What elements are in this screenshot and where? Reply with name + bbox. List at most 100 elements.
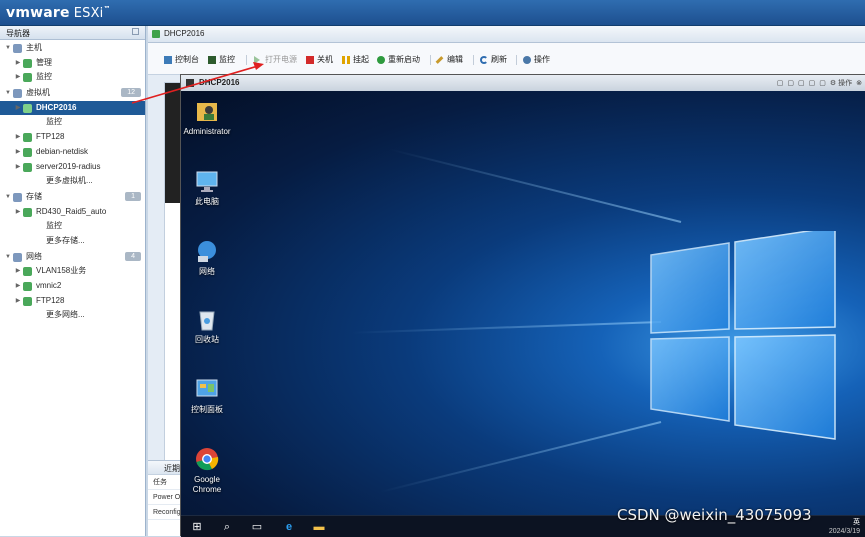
windows-start-icon[interactable]: ⊞ — [189, 519, 205, 535]
desktop-icon-network[interactable]: 网络 — [181, 239, 234, 277]
collapse-icon[interactable] — [132, 28, 139, 35]
user-folder-icon — [197, 103, 217, 121]
nav-item-label: 监控 — [46, 221, 62, 231]
ime-indicator[interactable]: 英 — [829, 518, 860, 527]
tree-node-icon — [13, 44, 22, 53]
nav-item[interactable]: ▶ debian-netdisk — [0, 145, 145, 160]
desktop-icon-label: 控制面板 — [191, 405, 223, 414]
top-bar: vmware ESXi™ — [0, 0, 865, 26]
nav-item-label: 虚拟机 — [26, 88, 50, 98]
nav-item[interactable]: ▶ VLAN158业务 — [0, 264, 145, 279]
nav-item[interactable]: 更多虚拟机... — [0, 174, 145, 189]
nav-item[interactable]: ▶ FTP128 — [0, 294, 145, 309]
edit-button[interactable]: 编辑 — [435, 54, 463, 66]
collapse-arrow-icon[interactable]: ▶ — [14, 130, 22, 145]
count-badge: 1 — [125, 191, 141, 201]
count-badge: 4 — [125, 251, 141, 261]
suspend-button[interactable]: 挂起 — [342, 54, 369, 66]
nav-item[interactable]: 监控 — [0, 219, 145, 234]
nav-item[interactable]: ▼ 虚拟机 12 — [0, 86, 145, 101]
monitor-label: 监控 — [219, 55, 235, 64]
nav-item-label: FTP128 — [36, 132, 65, 142]
console-titlebar[interactable]: DHCP2016 ▢ ▢ ▢ ▢ ▢ ⚙ 操作 ⊗ — [181, 75, 865, 91]
nav-item[interactable]: 监控 — [0, 115, 145, 130]
window-control-icon[interactable]: ▢ — [798, 79, 805, 87]
restart-button[interactable]: 重新启动 — [377, 54, 420, 66]
actions-label: 操作 — [534, 55, 550, 64]
nav-item-label: 更多网络... — [46, 310, 85, 320]
collapse-arrow-icon[interactable]: ▶ — [14, 101, 22, 116]
vm-console-window[interactable]: DHCP2016 ▢ ▢ ▢ ▢ ▢ ⚙ 操作 ⊗ Administrator 此电脑 — [180, 74, 865, 537]
computer-icon — [196, 171, 218, 192]
collapse-arrow-icon[interactable]: ▶ — [14, 279, 22, 294]
tree-node-icon — [23, 207, 32, 217]
desktop-icon-this-pc[interactable]: 此电脑 — [181, 169, 234, 207]
desktop-icon-recycle-bin[interactable]: 回收站 — [181, 307, 234, 345]
search-icon[interactable]: ⌕ — [219, 519, 235, 535]
system-tray[interactable]: 英 2024/3/19 — [829, 518, 860, 536]
refresh-button[interactable]: 刷新 — [480, 54, 507, 66]
navigator-tree: ▼ 主机 ▶ 管理 ▶ 监控 ▼ 虚拟机 12 ▶ DHCP2016 监控 ▶ FTP128 ▶ debian… — [0, 41, 145, 323]
collapse-arrow-icon[interactable]: ▶ — [14, 264, 22, 279]
shutdown-button[interactable]: 关机 — [306, 54, 333, 66]
chrome-icon — [196, 448, 219, 471]
stop-icon — [306, 56, 314, 64]
nav-item[interactable]: ▶ vmnic2 — [0, 279, 145, 294]
collapse-arrow-icon[interactable]: ▶ — [14, 145, 22, 160]
edit-label: 编辑 — [447, 55, 463, 64]
nav-item[interactable]: ▶ RD430_Raid5_auto — [0, 205, 145, 220]
desktop-icon-label: Administrator — [183, 127, 231, 136]
light-beam — [379, 421, 662, 494]
nav-item[interactable]: ▶ FTP128 — [0, 130, 145, 145]
window-control-icon[interactable]: ▢ — [809, 79, 816, 87]
tree-node-icon — [13, 192, 22, 202]
collapse-arrow-icon[interactable]: ▶ — [14, 160, 22, 175]
nav-item[interactable]: ▶ server2019-radius — [0, 160, 145, 175]
desktop-icon-administrator[interactable]: Administrator — [181, 99, 234, 137]
monitor-icon — [208, 56, 216, 64]
desktop-icon-control-panel[interactable]: 控制面板 — [181, 377, 234, 415]
tray-date[interactable]: 2024/3/19 — [829, 527, 860, 536]
monitor-button[interactable]: 监控 — [208, 54, 235, 66]
task-view-icon[interactable]: ▭ — [249, 519, 265, 535]
vm-toolbar: 控制台 监控 打开电源 关机 挂起 重新启动 编辑 刷新 操作 — [148, 43, 865, 75]
nav-item[interactable]: ▶ DHCP2016 — [0, 100, 145, 116]
play-icon — [254, 56, 260, 64]
power-on-button[interactable]: 打开电源 — [254, 54, 297, 66]
nav-item[interactable]: ▼ 存储 1 — [0, 190, 145, 205]
windows-desktop[interactable]: Administrator 此电脑 网络 回收站 控制面板 Google Chr… — [181, 91, 865, 515]
desktop-icon-google-chrome[interactable]: Google Chrome — [181, 447, 234, 495]
window-control-icon[interactable]: ▢ — [819, 79, 826, 87]
file-explorer-icon[interactable]: ▬ — [311, 519, 327, 535]
nav-item-label: RD430_Raid5_auto — [36, 206, 107, 216]
control-panel-icon — [196, 379, 218, 397]
tree-node-icon — [23, 162, 32, 172]
expand-icon[interactable]: ▼ — [4, 86, 12, 101]
vm-tab[interactable]: DHCP2016 — [148, 26, 865, 43]
collapse-arrow-icon[interactable]: ▶ — [14, 56, 22, 71]
toolbar-separator — [246, 55, 247, 65]
expand-icon[interactable]: ▼ — [4, 250, 12, 265]
nav-item-label: 存储 — [26, 191, 42, 201]
window-control-icon[interactable]: ▢ — [777, 79, 784, 87]
window-control-icon[interactable]: ▢ — [787, 79, 794, 87]
expand-icon[interactable]: ▼ — [4, 41, 12, 56]
console-actions-button[interactable]: ⚙ 操作 — [830, 78, 852, 88]
collapse-arrow-icon[interactable]: ▶ — [14, 70, 22, 85]
nav-item[interactable]: 更多网络... — [0, 308, 145, 323]
vm-icon — [152, 30, 160, 38]
nav-item[interactable]: 更多存储... — [0, 234, 145, 249]
actions-button[interactable]: 操作 — [523, 54, 550, 66]
collapse-arrow-icon[interactable]: ▶ — [14, 205, 22, 220]
edge-browser-icon[interactable]: e — [281, 519, 297, 535]
trademark: ™ — [103, 5, 111, 13]
nav-item[interactable]: ▶ 管理 — [0, 56, 145, 71]
collapse-arrow-icon[interactable]: ▶ — [14, 294, 22, 309]
nav-item[interactable]: ▶ 监控 — [0, 70, 145, 85]
close-icon[interactable]: ⊗ — [856, 79, 862, 87]
nav-item[interactable]: ▼ 网络 4 — [0, 250, 145, 265]
nav-item-label: 监控 — [46, 117, 62, 127]
nav-item[interactable]: ▼ 主机 — [0, 41, 145, 56]
console-button[interactable]: 控制台 — [164, 54, 199, 66]
expand-icon[interactable]: ▼ — [4, 190, 12, 205]
